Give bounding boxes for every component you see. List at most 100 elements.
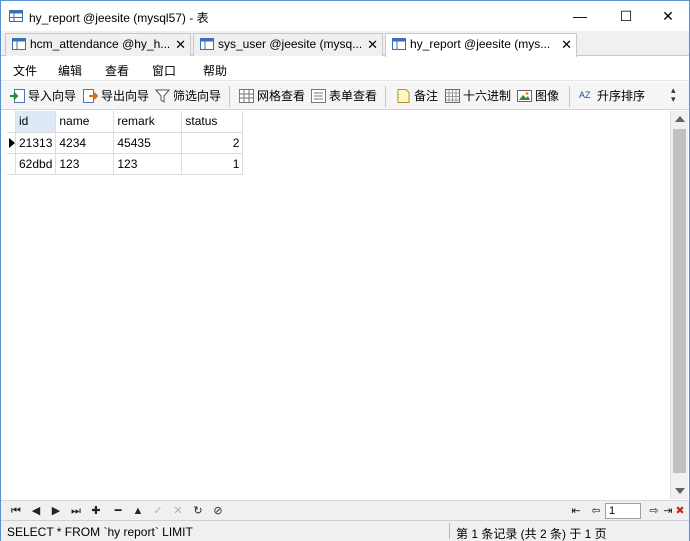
refresh-button[interactable]: ↻ (191, 504, 205, 518)
next-page-button[interactable]: ⇨ (647, 504, 661, 518)
scrollbar-thumb[interactable] (673, 129, 686, 473)
tab-hy-report[interactable]: hy_report @jeesite (mys... ✕ (385, 33, 577, 57)
grid-view-label: 网格查看 (257, 89, 306, 103)
table-row[interactable]: 21313 4234 45435 2 (7, 132, 244, 154)
menu-edit[interactable]: 编辑 (58, 62, 82, 79)
first-page-button[interactable]: ⇤ (569, 504, 583, 518)
minimize-button[interactable]: — (557, 1, 603, 31)
memo-label: 备注 (414, 89, 439, 103)
previous-record-button[interactable]: ◀ (29, 504, 43, 518)
hex-button[interactable]: 十六进制 (445, 88, 511, 105)
record-navigation-bar: ⏮ ◀ ▶ ⏭ ✚ ━ ▲ ✓ ✕ ↻ ⊘ ⇤ ⇦ ⇨ ⇥ ✖ (1, 500, 689, 520)
previous-page-button[interactable]: ⇦ (589, 504, 603, 518)
cell-id[interactable]: 62dbd (15, 153, 57, 175)
cell-status[interactable]: 1 (181, 153, 244, 175)
toolbar: 导入向导 导出向导 筛选向导 网格查看 表单查看 备注 十六进制 图像 AZ 升… (1, 82, 689, 110)
import-wizard-button[interactable]: 导入向导 (10, 88, 76, 105)
memo-icon (397, 89, 410, 103)
status-sql-query: SELECT * FROM `hy report` LIMIT (7, 525, 193, 539)
current-row-pointer-icon (7, 132, 16, 154)
image-icon (517, 90, 532, 102)
image-label: 图像 (535, 89, 560, 103)
sort-ascending-icon: AZ (579, 90, 591, 100)
status-divider (449, 523, 450, 539)
toolbar-separator (385, 86, 386, 107)
stop-button[interactable]: ⊘ (211, 504, 225, 518)
title-bar: hy_report @jeesite (mysql57) - 表 — ☐ ✕ (1, 1, 689, 31)
filter-wizard-button[interactable]: 筛选向导 (155, 88, 221, 105)
grid-view-button[interactable]: 网格查看 (239, 88, 305, 105)
cell-id[interactable]: 21313 (15, 132, 57, 154)
cell-remark[interactable]: 45435 (113, 132, 183, 154)
table-row[interactable]: 62dbd 123 123 1 (7, 153, 244, 175)
tab-label: hy_report @jeesite (mys... (410, 37, 551, 51)
tab-bar: hcm_attendance @hy_h... ✕ sys_user @jees… (1, 31, 689, 57)
tab-close-icon[interactable]: ✕ (175, 34, 186, 55)
table-icon (9, 10, 23, 22)
first-record-button[interactable]: ⏮ (9, 504, 23, 518)
page-number-input[interactable] (605, 503, 641, 519)
table-icon (12, 38, 26, 50)
status-record-count: 第 1 条记录 (共 2 条) 于 1 页 (456, 527, 607, 541)
apply-changes-button[interactable]: ✓ (151, 504, 165, 518)
row-indicator-header (7, 111, 16, 133)
column-header-id[interactable]: id (15, 111, 57, 133)
data-grid: id name remark status 21313 4234 45435 2… (7, 111, 244, 175)
cell-remark[interactable]: 123 (113, 153, 183, 175)
tools-icon[interactable]: ✖ (673, 504, 687, 518)
sort-ascending-button[interactable]: AZ 升序排序 (579, 88, 645, 105)
row-indicator (7, 153, 16, 175)
move-up-button[interactable]: ▲ (131, 504, 145, 518)
funnel-icon (155, 89, 170, 103)
export-wizard-label: 导出向导 (101, 89, 150, 103)
export-wizard-button[interactable]: 导出向导 (83, 88, 149, 105)
scroll-up-icon[interactable] (675, 116, 685, 122)
import-wizard-label: 导入向导 (28, 89, 77, 103)
form-view-button[interactable]: 表单查看 (311, 88, 377, 105)
next-record-button[interactable]: ▶ (49, 504, 63, 518)
tab-close-icon[interactable]: ✕ (561, 34, 572, 55)
form-view-label: 表单查看 (329, 89, 378, 103)
tab-label: hcm_attendance @hy_h... (30, 37, 171, 51)
table-icon (392, 38, 406, 50)
cell-name[interactable]: 4234 (55, 132, 115, 154)
hex-label: 十六进制 (463, 89, 512, 103)
add-record-button[interactable]: ✚ (89, 504, 103, 518)
column-header-name[interactable]: name (55, 111, 115, 133)
sort-ascending-label: 升序排序 (597, 89, 646, 103)
maximize-button[interactable]: ☐ (603, 1, 649, 31)
toolbar-separator (569, 86, 570, 107)
table-icon (200, 38, 214, 50)
image-button[interactable]: 图像 (517, 88, 559, 105)
cell-name[interactable]: 123 (55, 153, 115, 175)
tab-sys-user[interactable]: sys_user @jeesite (mysq... ✕ (193, 33, 383, 56)
tab-label: sys_user @jeesite (mysq... (218, 37, 363, 51)
status-bar: SELECT * FROM `hy report` LIMIT 第 1 条记录 … (1, 520, 689, 541)
column-header-remark[interactable]: remark (113, 111, 183, 133)
grid-header-row: id name remark status (7, 111, 244, 133)
app-window: hy_report @jeesite (mysql57) - 表 — ☐ ✕ h… (0, 0, 690, 541)
memo-button[interactable]: 备注 (396, 88, 438, 105)
grid-icon (239, 89, 254, 103)
close-window-button[interactable]: ✕ (645, 1, 690, 31)
delete-record-button[interactable]: ━ (111, 504, 125, 518)
column-header-status[interactable]: status (181, 111, 244, 133)
hex-grid-icon (445, 89, 460, 103)
last-record-button[interactable]: ⏭ (69, 504, 83, 518)
cell-status[interactable]: 2 (181, 132, 244, 154)
scroll-down-icon[interactable] (675, 488, 685, 494)
export-icon (83, 89, 98, 103)
menu-window[interactable]: 窗口 (152, 62, 176, 79)
menu-help[interactable]: 帮助 (203, 62, 227, 79)
filter-wizard-label: 筛选向导 (173, 89, 222, 103)
tab-hcm-attendance[interactable]: hcm_attendance @hy_h... ✕ (5, 33, 191, 56)
discard-changes-button[interactable]: ✕ (171, 504, 185, 518)
menu-view[interactable]: 查看 (105, 62, 129, 79)
window-title: hy_report @jeesite (mysql57) - 表 (29, 11, 209, 25)
menu-file[interactable]: 文件 (13, 62, 37, 79)
tab-close-icon[interactable]: ✕ (367, 34, 378, 55)
toolbar-separator (229, 86, 230, 107)
toolbar-overflow-icon[interactable]: ▴ ▾ (671, 86, 676, 104)
data-grid-area: id name remark status 21313 4234 45435 2… (1, 111, 670, 499)
vertical-scrollbar[interactable] (670, 111, 688, 499)
